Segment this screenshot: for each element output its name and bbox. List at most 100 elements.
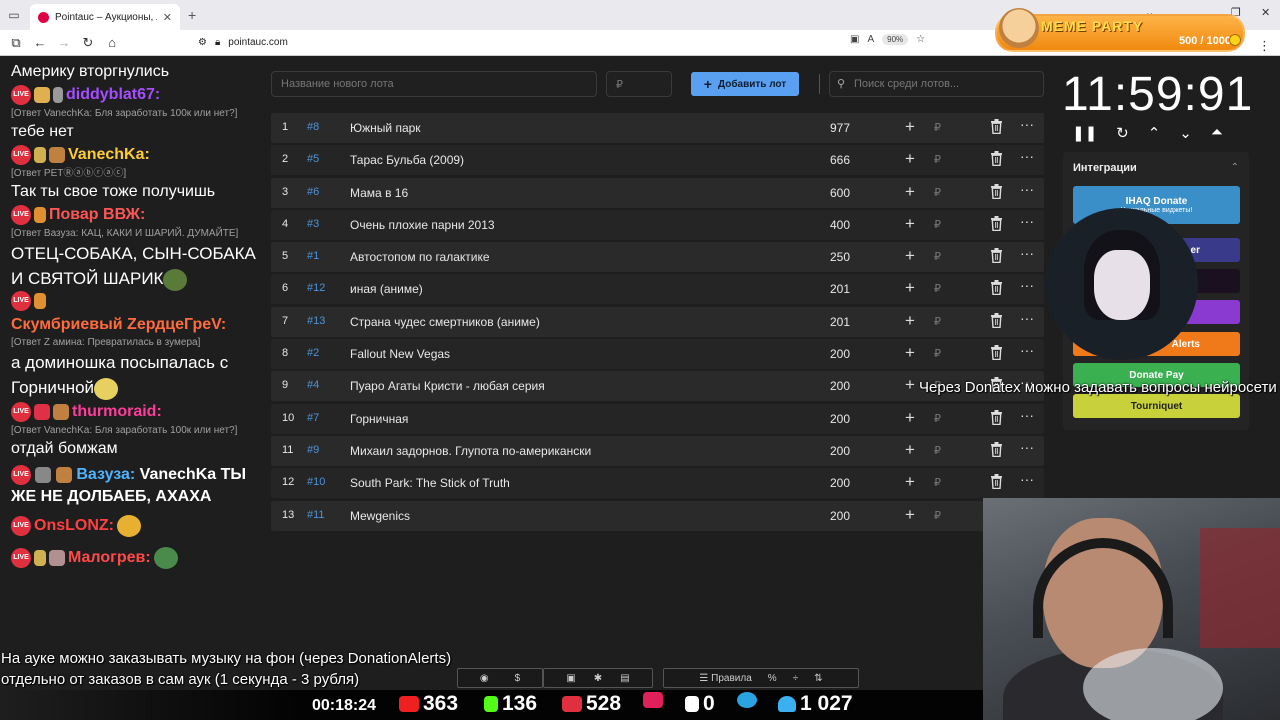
trash-icon[interactable]	[990, 119, 1003, 135]
lot-row[interactable]: 2 #5 Тарас Бульба (2009) 666 + ₽ ···	[271, 145, 1044, 176]
percent-icon[interactable]: %	[768, 673, 777, 684]
chat-username[interactable]: Вазуза:	[76, 466, 135, 483]
lot-name[interactable]: Автостопом по галактике	[350, 250, 490, 264]
add-amount-icon[interactable]: +	[905, 505, 915, 525]
trash-icon[interactable]	[990, 409, 1003, 425]
currency-icon[interactable]: ₽	[934, 347, 941, 360]
lot-name[interactable]: Южный парк	[350, 121, 421, 135]
lot-name[interactable]: Mewgenics	[350, 509, 410, 523]
lot-amount-input[interactable]: ₽	[606, 71, 672, 97]
lot-row[interactable]: 6 #12 иная (аниме) 201 + ₽ ···	[271, 274, 1044, 305]
trash-icon[interactable]	[990, 183, 1003, 199]
forward-icon[interactable]: →	[52, 35, 76, 50]
chat-username[interactable]: Повар ВВЖ:	[49, 203, 145, 227]
more-options-icon[interactable]: ···	[1020, 116, 1034, 132]
bug-icon[interactable]: ✱	[594, 673, 602, 684]
reader-icon[interactable]: ▣	[850, 34, 859, 45]
zoom-level[interactable]: 90%	[882, 34, 909, 45]
add-amount-icon[interactable]: +	[905, 149, 915, 169]
currency-icon[interactable]: ₽	[934, 186, 941, 199]
currency-icon[interactable]: ₽	[934, 121, 941, 134]
lot-name[interactable]: иная (аниме)	[350, 282, 423, 296]
more-options-icon[interactable]: ···	[1020, 245, 1034, 261]
currency-icon[interactable]: ₽	[934, 476, 941, 489]
lot-row[interactable]: 3 #6 Мама в 16 600 + ₽ ···	[271, 177, 1044, 208]
reload-icon[interactable]: ↻	[76, 35, 100, 51]
lot-row[interactable]: 8 #2 Fallout New Vegas 200 + ₽ ···	[271, 339, 1044, 370]
chat-username[interactable]: OnsLONZ:	[34, 514, 114, 538]
add-amount-icon[interactable]: +	[905, 182, 915, 202]
chevron-down-icon[interactable]: ⌄	[1179, 124, 1192, 142]
window-menu-icon[interactable]: ▭	[0, 0, 28, 30]
add-amount-icon[interactable]: +	[905, 278, 915, 298]
currency-icon[interactable]: ₽	[934, 444, 941, 457]
trash-icon[interactable]	[990, 345, 1003, 361]
lot-row[interactable]: 13 #11 Mewgenics 200 + ₽	[271, 500, 1044, 531]
currency-icon[interactable]: ₽	[934, 250, 941, 263]
sidebar-icon[interactable]: ⧉	[4, 35, 28, 51]
lot-row[interactable]: 10 #7 Горничная 200 + ₽ ···	[271, 403, 1044, 434]
add-amount-icon[interactable]: +	[905, 408, 915, 428]
new-tab-icon[interactable]: +	[188, 7, 196, 23]
lot-name[interactable]: Страна чудес смертников (аниме)	[350, 315, 540, 329]
add-amount-icon[interactable]: +	[905, 440, 915, 460]
chat-username[interactable]: diddyblat67:	[66, 83, 160, 107]
more-options-icon[interactable]: ···	[1020, 213, 1034, 229]
collapse-icon[interactable]: ⌃	[1231, 162, 1239, 173]
tourniquet-button[interactable]: Tourniquet	[1073, 394, 1240, 418]
more-options-icon[interactable]: ···	[1020, 407, 1034, 423]
chat-username[interactable]: thurmoraid:	[72, 400, 162, 424]
trash-icon[interactable]	[990, 441, 1003, 458]
page-info-icon[interactable]: ⚙	[198, 37, 207, 48]
lot-row[interactable]: 1 #8 Южный парк 977 + ₽ ···	[271, 113, 1044, 143]
add-lot-button[interactable]: + Добавить лот	[691, 72, 799, 96]
add-amount-icon[interactable]: +	[905, 375, 915, 395]
sort-icon[interactable]: ⇅	[814, 673, 822, 684]
more-options-icon[interactable]: ···	[1020, 310, 1034, 326]
lot-row[interactable]: 12 #10 South Park: The Stick of Truth 200 + ₽…	[271, 468, 1044, 499]
dollar-icon[interactable]: $	[515, 673, 521, 684]
lot-row[interactable]: 4 #3 Очень плохие парни 2013 400 + ₽ ···	[271, 209, 1044, 240]
lot-row[interactable]: 7 #13 Страна чудес смертников (аниме) 201 + ₽…	[271, 306, 1044, 337]
more-options-icon[interactable]: ···	[1020, 439, 1034, 455]
url-field[interactable]: ⚙ 🔒︎ pointauc.com	[198, 37, 288, 48]
trash-icon[interactable]	[990, 151, 1003, 167]
trash-icon[interactable]	[990, 215, 1003, 232]
home-icon[interactable]: ⌂	[100, 35, 124, 50]
currency-icon[interactable]: ₽	[934, 218, 941, 231]
trash-icon[interactable]	[990, 280, 1003, 296]
more-options-icon[interactable]: ···	[1020, 181, 1034, 197]
add-amount-icon[interactable]: +	[905, 214, 915, 234]
currency-icon[interactable]: ₽	[934, 315, 941, 328]
lot-name[interactable]: South Park: The Stick of Truth	[350, 476, 510, 490]
add-amount-icon[interactable]: +	[905, 246, 915, 266]
rules-button[interactable]: ☰ Правила	[699, 673, 751, 684]
add-amount-icon[interactable]: +	[905, 472, 915, 492]
close-tab-icon[interactable]: ✕	[163, 11, 172, 24]
bookmark-star-icon[interactable]: ☆	[916, 34, 925, 45]
lot-name[interactable]: Fallout New Vegas	[350, 347, 450, 361]
currency-icon[interactable]: ₽	[934, 509, 941, 522]
add-amount-icon[interactable]: +	[905, 311, 915, 331]
close-window-icon[interactable]: ✕	[1261, 6, 1270, 19]
url-text[interactable]: pointauc.com	[228, 37, 287, 48]
chat-username[interactable]: Скумбриевый ZeрдцеГреV:	[11, 314, 226, 336]
double-chevron-up-icon[interactable]: ⏶	[1211, 124, 1223, 142]
pause-icon[interactable]: ❚❚	[1072, 124, 1097, 142]
browser-menu-icon[interactable]: ⋮	[1258, 38, 1271, 54]
lot-name-input[interactable]: Название нового лота	[271, 71, 597, 97]
more-options-icon[interactable]: ···	[1020, 471, 1034, 487]
lot-search-input[interactable]: ⚲ Поиск среди лотов...	[829, 71, 1044, 97]
save-icon[interactable]: ▣	[566, 673, 575, 684]
add-amount-icon[interactable]: +	[905, 117, 915, 137]
lot-name[interactable]: Горничная	[350, 412, 408, 426]
currency-icon[interactable]: ₽	[934, 282, 941, 295]
lot-name[interactable]: Тарас Бульба (2009)	[350, 153, 464, 167]
currency-icon[interactable]: ₽	[934, 153, 941, 166]
more-options-icon[interactable]: ···	[1020, 277, 1034, 293]
back-icon[interactable]: ←	[28, 35, 52, 50]
github-icon[interactable]: ◉	[480, 673, 489, 684]
chat-username[interactable]: VanechKa:	[68, 143, 150, 167]
more-options-icon[interactable]: ···	[1020, 148, 1034, 164]
trash-icon[interactable]	[990, 312, 1003, 328]
